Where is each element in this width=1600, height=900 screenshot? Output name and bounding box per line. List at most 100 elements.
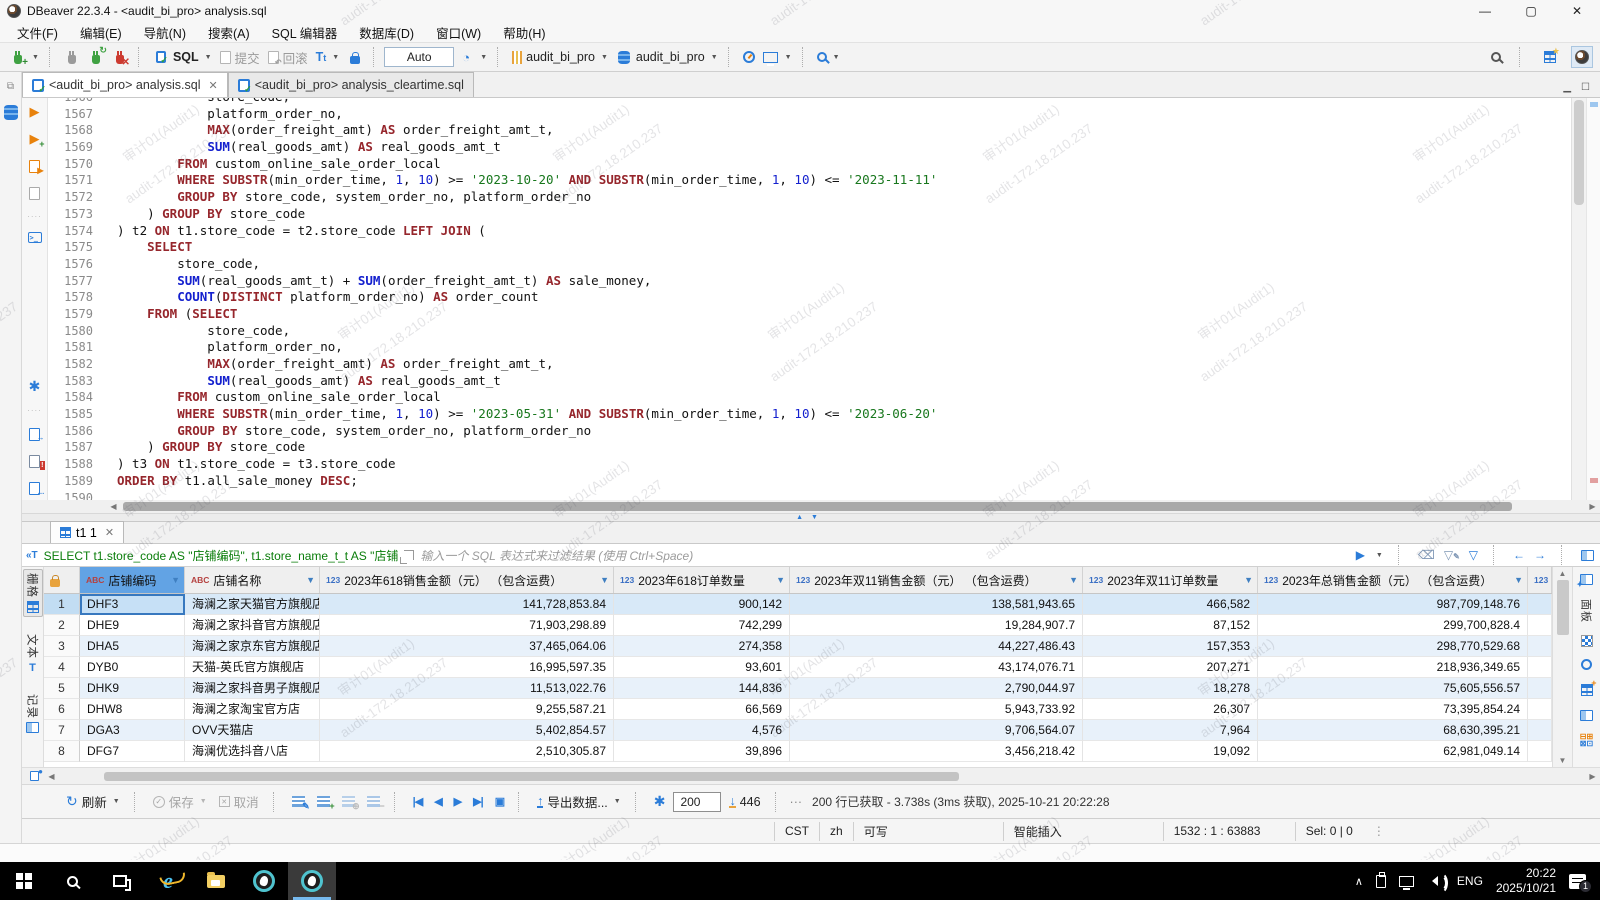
- editor-vertical-scrollbar[interactable]: [1571, 98, 1586, 500]
- filter-history-dropdown-icon[interactable]: ▼: [1376, 552, 1383, 559]
- column-filter-icon[interactable]: ▼: [1244, 575, 1253, 585]
- sql-editor-button[interactable]: SQL▼: [150, 46, 215, 68]
- cell-r3-c1[interactable]: DHA5: [80, 636, 185, 657]
- status-insert-mode[interactable]: 智能插入: [1003, 822, 1163, 841]
- cell-r5-c6[interactable]: 18,278: [1083, 678, 1258, 699]
- cancel-button[interactable]: ✕取消: [216, 789, 262, 814]
- rollback-button[interactable]: ↶回滚: [265, 45, 311, 70]
- cell-r6-c7[interactable]: 73,395,854.24: [1258, 699, 1528, 720]
- cell-r3-c5[interactable]: 44,227,486.43: [790, 636, 1083, 657]
- cell-r8-c6[interactable]: 19,092: [1083, 741, 1258, 762]
- network-tray-icon[interactable]: [1399, 876, 1414, 887]
- cell-r6-c4[interactable]: 66,569: [614, 699, 790, 720]
- menu-item-文件(F)[interactable]: 文件(F): [6, 22, 69, 43]
- cell-r3-c3[interactable]: 37,465,064.06: [320, 636, 614, 657]
- cell-r6-c3[interactable]: 9,255,587.21: [320, 699, 614, 720]
- panels-toggle-icon[interactable]: ✦: [1579, 571, 1595, 587]
- column-header-3[interactable]: 1232023年618订单数量▼: [614, 567, 790, 593]
- cell-r1-c3[interactable]: 141,728,853.84: [320, 594, 614, 615]
- cell-r5-c3[interactable]: 11,513,022.76: [320, 678, 614, 699]
- cell-r7-c4[interactable]: 4,576: [614, 720, 790, 741]
- edit-cell-button[interactable]: ✎: [289, 793, 308, 810]
- results-tab-close-icon[interactable]: ✕: [105, 526, 114, 539]
- column-header-0[interactable]: ABC店铺编码▼: [80, 567, 185, 593]
- grid-scroll-right-arrow[interactable]: ▶: [1585, 772, 1600, 781]
- network-button[interactable]: ▼: [760, 46, 795, 68]
- fetch-all-button[interactable]: ↓446: [726, 792, 763, 812]
- lock-button[interactable]: [344, 46, 366, 68]
- commit-button[interactable]: 提交: [217, 45, 263, 70]
- nav-back-icon[interactable]: ←: [1513, 548, 1525, 562]
- row-number[interactable]: 8: [44, 741, 80, 762]
- cell-r8-c7[interactable]: 62,981,049.14: [1258, 741, 1528, 762]
- presentation-tab-record[interactable]: 记录: [24, 691, 42, 736]
- save-button[interactable]: ✓保存▼: [150, 789, 210, 814]
- transaction-mode-button[interactable]: Tt▼: [313, 47, 343, 67]
- clear-filter-icon[interactable]: ⌫: [1418, 548, 1435, 562]
- filter-query-text[interactable]: SELECT t1.store_code AS "店铺编码", t1.store…: [44, 547, 399, 564]
- cell-r4-c2[interactable]: 天猫-英氏官方旗舰店: [185, 657, 320, 678]
- status-caret-position[interactable]: 1532 : 1 : 63883: [1163, 822, 1295, 841]
- cell-r6-c8[interactable]: [1528, 699, 1552, 720]
- schema-selector[interactable]: audit_bi_pro▼: [613, 46, 721, 68]
- cell-r2-c7[interactable]: 299,700,828.4: [1258, 615, 1528, 636]
- column-filter-icon[interactable]: ▼: [1069, 575, 1078, 585]
- commit-mode-combo[interactable]: Auto: [384, 47, 454, 67]
- aggregate-icon[interactable]: ⊟⊞⊠⊡: [1580, 733, 1593, 747]
- cell-r5-c7[interactable]: 75,605,556.57: [1258, 678, 1528, 699]
- action-center-icon[interactable]: 1: [1569, 874, 1586, 889]
- table-row-7[interactable]: 7DGA3OVV天猫店5,402,854.574,5769,706,564.07…: [44, 720, 1552, 741]
- column-filter-icon[interactable]: ▼: [171, 575, 180, 585]
- scroll-left-arrow[interactable]: ◀: [106, 502, 121, 511]
- grid-corner-cell[interactable]: [44, 567, 80, 593]
- column-header-2[interactable]: 1232023年618销售金额（元） （包含运费）▼: [320, 567, 614, 593]
- restore-panes-icon[interactable]: ⧉: [3, 78, 19, 94]
- grid-scroll-left-arrow[interactable]: ◀: [44, 772, 59, 781]
- row-number[interactable]: 5: [44, 678, 80, 699]
- cell-r8-c8[interactable]: [1528, 741, 1552, 762]
- cell-r8-c5[interactable]: 3,456,218.42: [790, 741, 1083, 762]
- input-language[interactable]: ENG: [1457, 874, 1483, 888]
- cell-r7-c6[interactable]: 7,964: [1083, 720, 1258, 741]
- cell-r5-c2[interactable]: 海澜之家抖音男子旗舰店: [185, 678, 320, 699]
- row-number[interactable]: 3: [44, 636, 80, 657]
- cell-r4-c6[interactable]: 207,271: [1083, 657, 1258, 678]
- cell-r6-c5[interactable]: 5,943,733.92: [790, 699, 1083, 720]
- column-header-4[interactable]: 1232023年双11销售金额（元） （包含运费）▼: [790, 567, 1083, 593]
- table-row-6[interactable]: 6DHW8海澜之家淘宝官方店9,255,587.2166,5695,943,73…: [44, 699, 1552, 720]
- column-filter-icon[interactable]: ▼: [1514, 575, 1523, 585]
- error-log-icon[interactable]: !: [27, 453, 43, 469]
- cell-r5-c1[interactable]: DHK9: [80, 678, 185, 699]
- cell-r4-c3[interactable]: 16,995,597.35: [320, 657, 614, 678]
- editor-results-sash[interactable]: ▲▼: [22, 513, 1600, 522]
- cell-r1-c1[interactable]: DHF3: [80, 594, 185, 615]
- task-view-button[interactable]: [96, 862, 144, 900]
- table-row-3[interactable]: 3DHA5海澜之家京东官方旗舰店37,465,064.06274,35844,2…: [44, 636, 1552, 657]
- output-log-icon[interactable]: …: [27, 480, 43, 496]
- value-viewer-icon[interactable]: [1581, 635, 1593, 647]
- menu-item-窗口(W)[interactable]: 窗口(W): [425, 22, 492, 43]
- nav-forward-icon[interactable]: →: [1534, 548, 1546, 562]
- column-header-7[interactable]: 1232: [1528, 567, 1552, 593]
- export-result-icon[interactable]: →: [27, 426, 43, 442]
- fetch-size-input[interactable]: 200: [673, 792, 721, 812]
- minimize-editor-icon[interactable]: ▁: [1563, 82, 1571, 93]
- cell-r4-c1[interactable]: DYB0: [80, 657, 185, 678]
- export-data-button[interactable]: ↑导出数据...▼: [534, 789, 624, 814]
- calc-panel-icon[interactable]: +: [1579, 682, 1595, 698]
- dbeaver-taskbar-button-active[interactable]: [288, 862, 336, 900]
- cell-r5-c4[interactable]: 144,836: [614, 678, 790, 699]
- cell-r1-c4[interactable]: 900,142: [614, 594, 790, 615]
- table-row-2[interactable]: 2DHE9海澜之家抖音官方旗舰店71,903,298.89742,29919,2…: [44, 615, 1552, 636]
- cell-r3-c7[interactable]: 298,770,529.68: [1258, 636, 1528, 657]
- cell-r1-c2[interactable]: 海澜之家天猫官方旗舰店: [185, 594, 320, 615]
- cell-r5-c8[interactable]: [1528, 678, 1552, 699]
- grid-scroll-up-arrow[interactable]: ▲: [1559, 569, 1567, 578]
- connection-selector[interactable]: audit_bi_pro▼: [509, 47, 611, 67]
- cell-r8-c1[interactable]: DFG7: [80, 741, 185, 762]
- table-row-8[interactable]: 8DFG7海澜优选抖音八店2,510,305.8739,8963,456,218…: [44, 741, 1552, 762]
- menu-item-编辑(E)[interactable]: 编辑(E): [69, 22, 133, 43]
- row-number[interactable]: 2: [44, 615, 80, 636]
- perspective-button[interactable]: ★: [1539, 46, 1561, 68]
- editor-tab-0[interactable]: <audit_bi_pro> analysis.sql✕: [22, 72, 228, 97]
